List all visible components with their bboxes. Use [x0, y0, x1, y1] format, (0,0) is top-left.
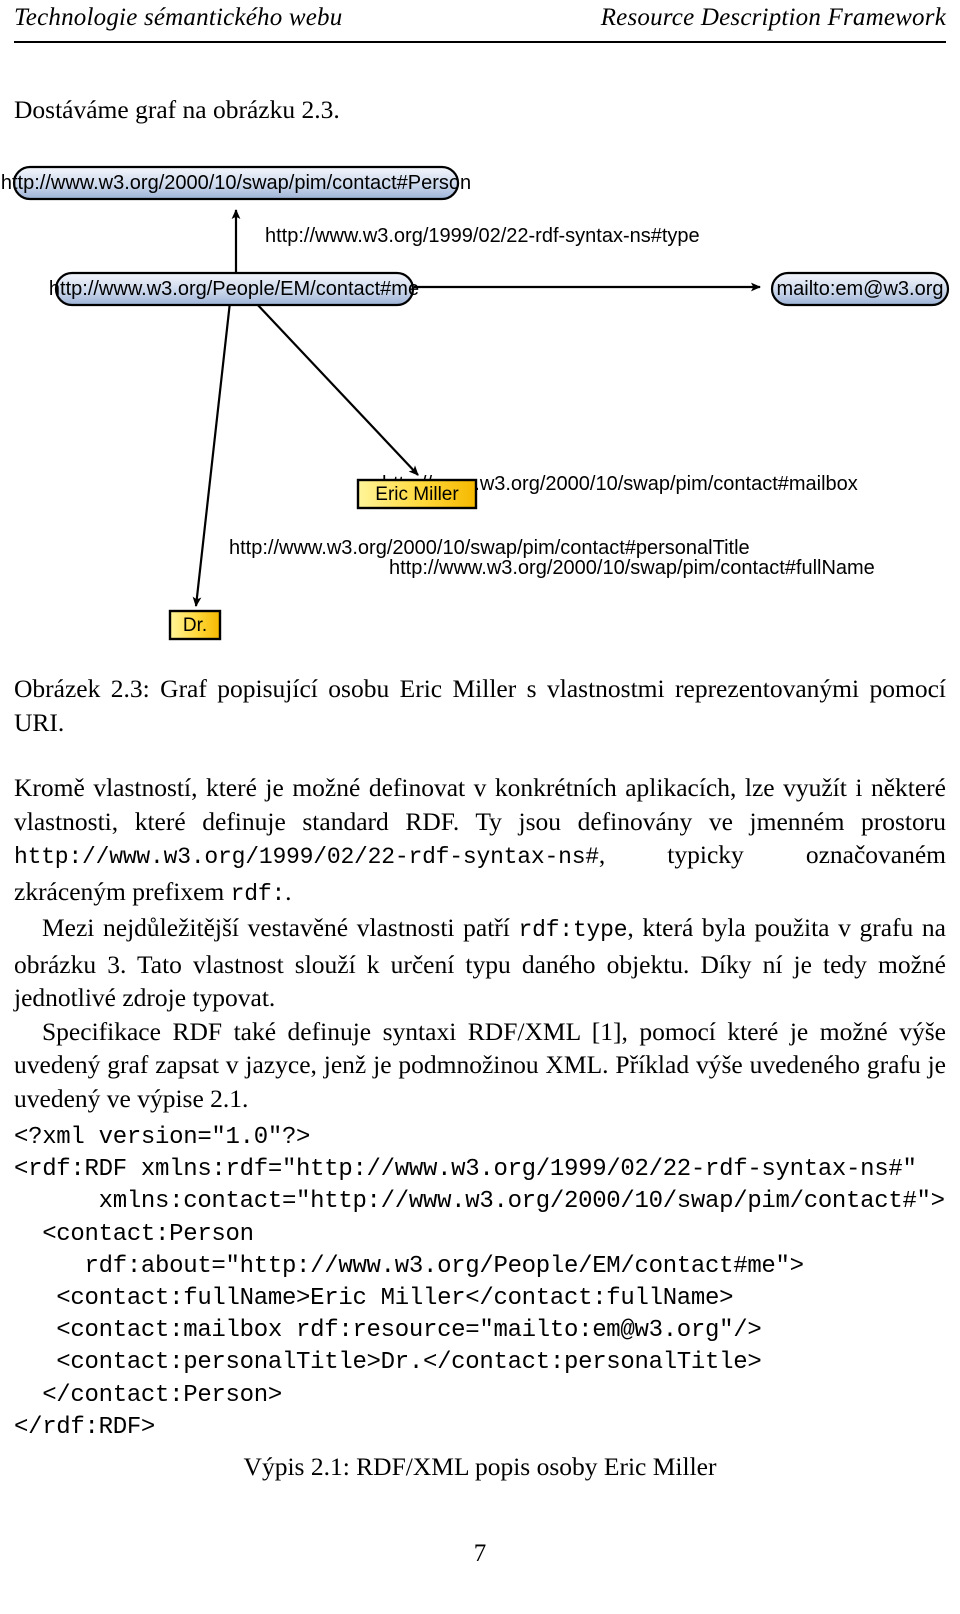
graph-node-mailto: mailto:em@w3.org: [770, 271, 950, 307]
paragraph-2: Mezi nejdůležitější vestavěné vlastnosti…: [14, 911, 946, 1015]
edge-label-type: http://www.w3.org/1999/02/22-rdf-syntax-…: [265, 225, 700, 247]
graph-node-person: http://www.w3.org/2000/10/swap/pim/conta…: [1, 165, 471, 201]
edge-fullname-line: [254, 301, 419, 476]
edge-label-fullname: http://www.w3.org/2000/10/swap/pim/conta…: [389, 557, 875, 579]
header-rule: [14, 41, 946, 43]
p1-namespace-uri: http://www.w3.org/1999/02/22-rdf-syntax-…: [14, 844, 599, 870]
figure-caption: Obrázek 2.3: Graf popisující osobu Eric …: [14, 674, 946, 737]
graph-node-personaltitle-literal: Dr.: [168, 609, 222, 641]
mailto-node-label: mailto:em@w3.org: [776, 278, 943, 300]
paragraph-3: Specifikace RDF také definuje syntaxi RD…: [14, 1016, 946, 1113]
body-text-block: Kromě vlastností, které je možné definov…: [14, 771, 946, 1115]
p2-rdf-type: rdf:type: [518, 917, 628, 943]
header-right-title: Resource Description Framework: [600, 4, 946, 31]
personaltitle-literal-label: Dr.: [183, 615, 207, 636]
p2-part-a: Mezi nejdůležitější vestavěné vlastnosti…: [42, 913, 519, 942]
page-number: 7: [473, 1540, 487, 1567]
me-node-label: http://www.w3.org/People/EM/contact#me: [49, 278, 419, 300]
paragraph-1: Kromě vlastností, které je možné definov…: [14, 771, 946, 911]
edge-personaltitle-line: [192, 301, 232, 607]
p1-prefix-rdf: rdf:: [230, 880, 286, 907]
p1-part-c: .: [285, 876, 292, 906]
p1-part-a: Kromě vlastností, které je možné definov…: [14, 773, 946, 836]
edge-label-personaltitle: http://www.w3.org/2000/10/swap/pim/conta…: [229, 537, 750, 559]
fullname-literal-label: Eric Miller: [375, 484, 459, 505]
intro-sentence: Dostáváme graf na obrázku 2.3.: [14, 95, 340, 124]
rdf-xml-listing: <?xml version="1.0"?> <rdf:RDF xmlns:rdf…: [14, 1124, 945, 1441]
running-header: Technologie sémantického webu Resource D…: [14, 4, 946, 43]
rdf-graph-figure: http://www.w3.org/1999/02/22-rdf-syntax-…: [0, 150, 960, 650]
graph-node-fullname-literal: Eric Miller: [356, 478, 478, 510]
person-node-label: http://www.w3.org/2000/10/swap/pim/conta…: [1, 172, 471, 194]
listing-caption: Výpis 2.1: RDF/XML popis osoby Eric Mill…: [243, 1452, 717, 1481]
graph-node-me: http://www.w3.org/People/EM/contact#me: [49, 271, 419, 307]
header-left-title: Technologie sémantického webu: [14, 4, 343, 31]
